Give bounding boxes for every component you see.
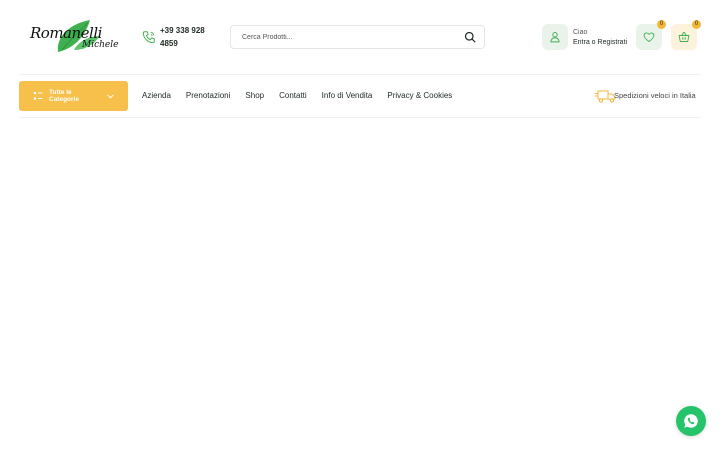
account-button[interactable] — [542, 24, 568, 50]
account-greeting: Ciao — [573, 29, 588, 36]
site-logo[interactable]: Romanelli Michele — [28, 18, 120, 56]
phone-icon — [142, 31, 155, 44]
search-icon[interactable] — [464, 31, 476, 43]
whatsapp-icon — [684, 414, 698, 428]
basket-icon — [678, 31, 690, 42]
heart-icon — [643, 32, 655, 42]
search-input[interactable] — [231, 26, 456, 48]
nav-item-prenotazioni[interactable]: Prenotazioni — [186, 91, 230, 103]
wishlist-count-badge: 0 — [657, 20, 666, 29]
all-categories-button[interactable]: Tutte le Categorie — [19, 81, 128, 111]
nav-item-shop[interactable]: Shop — [245, 91, 264, 103]
nav-item-privacy-cookies[interactable]: Privacy & Cookies — [387, 91, 452, 103]
phone-contact[interactable]: +39 338 928 4859 — [142, 24, 222, 52]
wishlist-button[interactable]: 0 — [636, 20, 666, 50]
logo-sub: Michele — [82, 40, 119, 50]
shipping-text: Spedizioni veloci in Italia — [614, 91, 696, 100]
grid-icon — [33, 91, 43, 100]
all-categories-label: Tutte le Categorie — [49, 89, 79, 103]
cart-count-badge: 0 — [692, 20, 701, 29]
nav-item-contatti[interactable]: Contatti — [279, 91, 307, 103]
chevron-down-icon — [107, 94, 114, 99]
user-icon — [550, 32, 560, 43]
nav-divider — [19, 117, 701, 118]
account-login-link[interactable]: Entra o Registrati — [573, 38, 627, 48]
account-text[interactable]: Ciao Entra o Registrati — [573, 28, 627, 48]
cart-button[interactable]: 0 — [671, 20, 701, 50]
main-nav: Azienda Prenotazioni Shop Contatti Info … — [142, 91, 467, 103]
search-bar — [230, 25, 485, 49]
phone-number: +39 338 928 4859 — [160, 26, 205, 48]
nav-item-info-vendita[interactable]: Info di Vendita — [322, 91, 373, 103]
whatsapp-chat-button[interactable] — [676, 406, 706, 436]
header-top: Romanelli Michele +39 338 928 4859 Ciao … — [0, 0, 720, 74]
nav-item-azienda[interactable]: Azienda — [142, 91, 171, 103]
header-divider — [19, 74, 701, 75]
